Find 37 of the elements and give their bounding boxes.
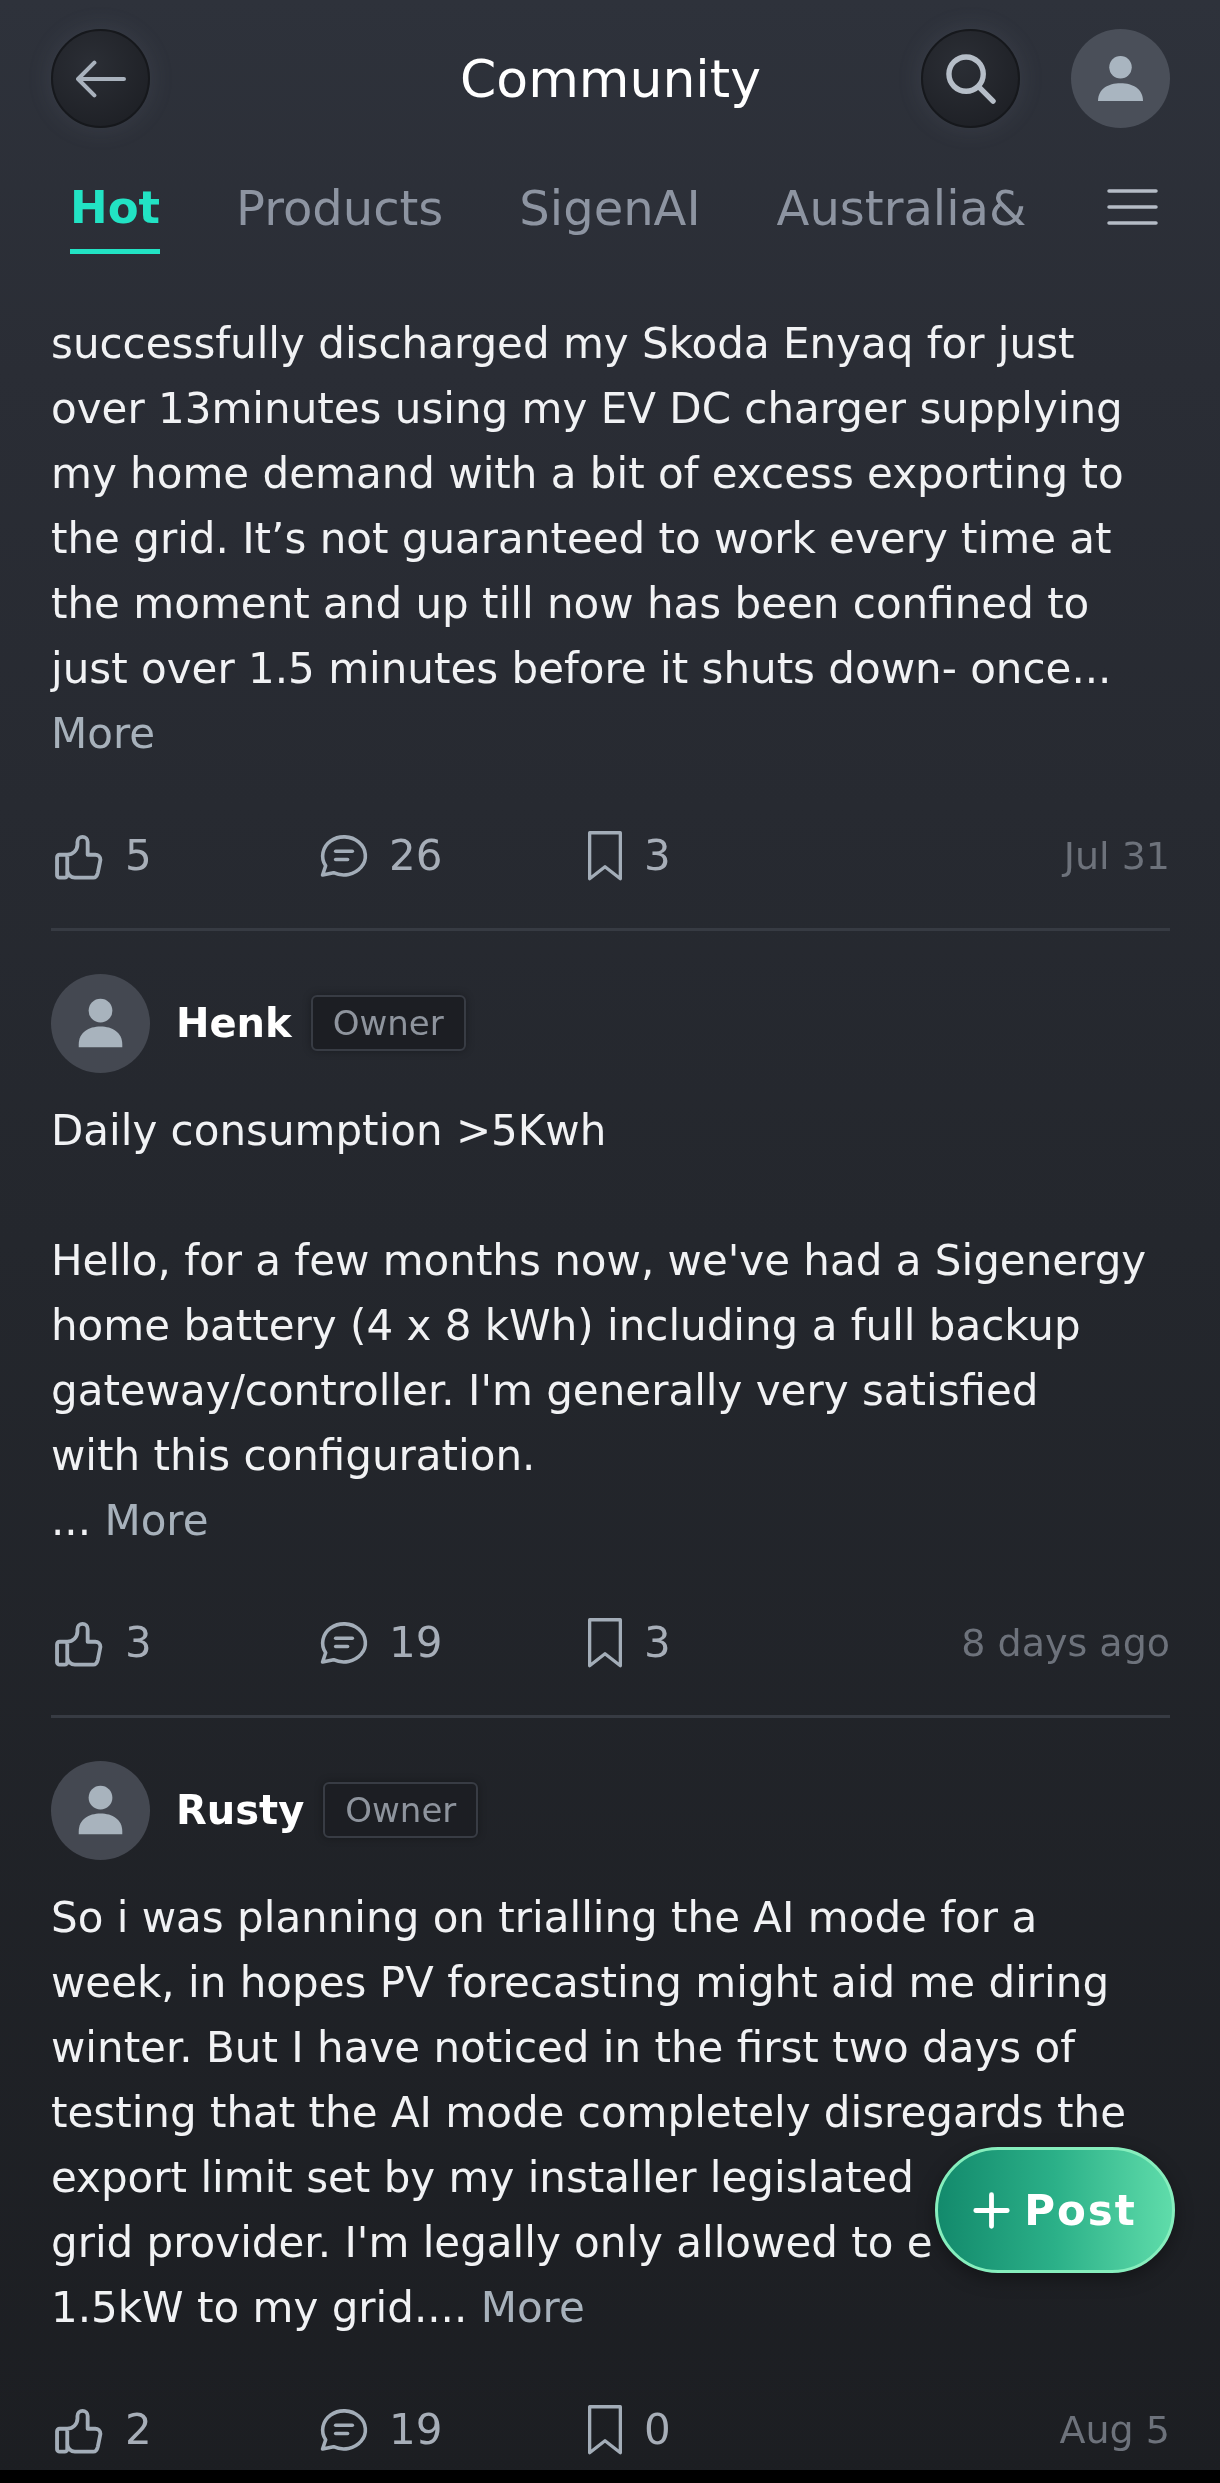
tab[interactable]: Australia&: [776, 178, 1027, 254]
user-avatar-icon: [51, 973, 150, 1073]
post-text: export limit set by my installer legislated grid provider. I'm legally only allowed to e 1.5kW to my grid.... More: [51, 2152, 933, 2334]
post-text: Daily consumption >5Kwh Hello, for a few months now, we've had a Sigenergy home battery (4 x 8 kWh) including a full backup gateway/controller. I'm generally very satisfied with this configuration. ... More: [51, 1105, 1147, 1547]
user-avatar-icon: [51, 1760, 150, 1860]
more-link[interactable]: More: [480, 2283, 585, 2332]
tab[interactable]: SigenAI: [519, 178, 701, 254]
like-button[interactable]: 2: [55, 2405, 152, 2455]
plus-icon: [973, 2191, 1011, 2229]
search-icon: [945, 53, 996, 104]
bookmark-icon: [586, 1618, 624, 1668]
bookmark-icon: [586, 2405, 624, 2455]
page-title: Community: [460, 47, 761, 111]
role-badge: Owner: [310, 995, 466, 1051]
bookmark-icon: [586, 831, 624, 881]
menu-icon[interactable]: [1107, 189, 1158, 225]
bookmark-button[interactable]: 3: [586, 1618, 671, 1668]
comment-button[interactable]: 19: [319, 1618, 443, 1668]
bookmark-button[interactable]: 3: [586, 831, 671, 881]
tab[interactable]: Products: [236, 178, 444, 254]
comment-button[interactable]: 19: [319, 2405, 443, 2455]
role-badge: Owner: [323, 1782, 479, 1838]
author-name: Henk: [176, 1000, 292, 1046]
person-icon: [1098, 56, 1143, 101]
like-button[interactable]: 3: [55, 1618, 152, 1668]
bookmark-button[interactable]: 0: [586, 2405, 671, 2455]
more-link[interactable]: More: [51, 709, 156, 758]
post-date: 8 days ago: [961, 1621, 1170, 1665]
like-button[interactable]: 5: [55, 831, 152, 881]
arrow-left-icon: [75, 58, 126, 99]
post-text: successfully discharged my Skoda Enyaq for just over 13minutes using my EV DC charger supplying my home demand with a bit of excess exporting to the grid. It’s not guaranteed to work every time at the moment and up till now has been confined to just over 1.5 minutes before it shuts down- once... More: [51, 318, 1125, 760]
comment-button[interactable]: 26: [319, 831, 443, 881]
tab[interactable]: Hot: [70, 178, 161, 254]
post-date: Aug 5: [1059, 2408, 1170, 2452]
more-link[interactable]: More: [104, 1496, 209, 1545]
author-name: Rusty: [176, 1787, 305, 1833]
post-date: Jul 31: [1063, 834, 1170, 878]
